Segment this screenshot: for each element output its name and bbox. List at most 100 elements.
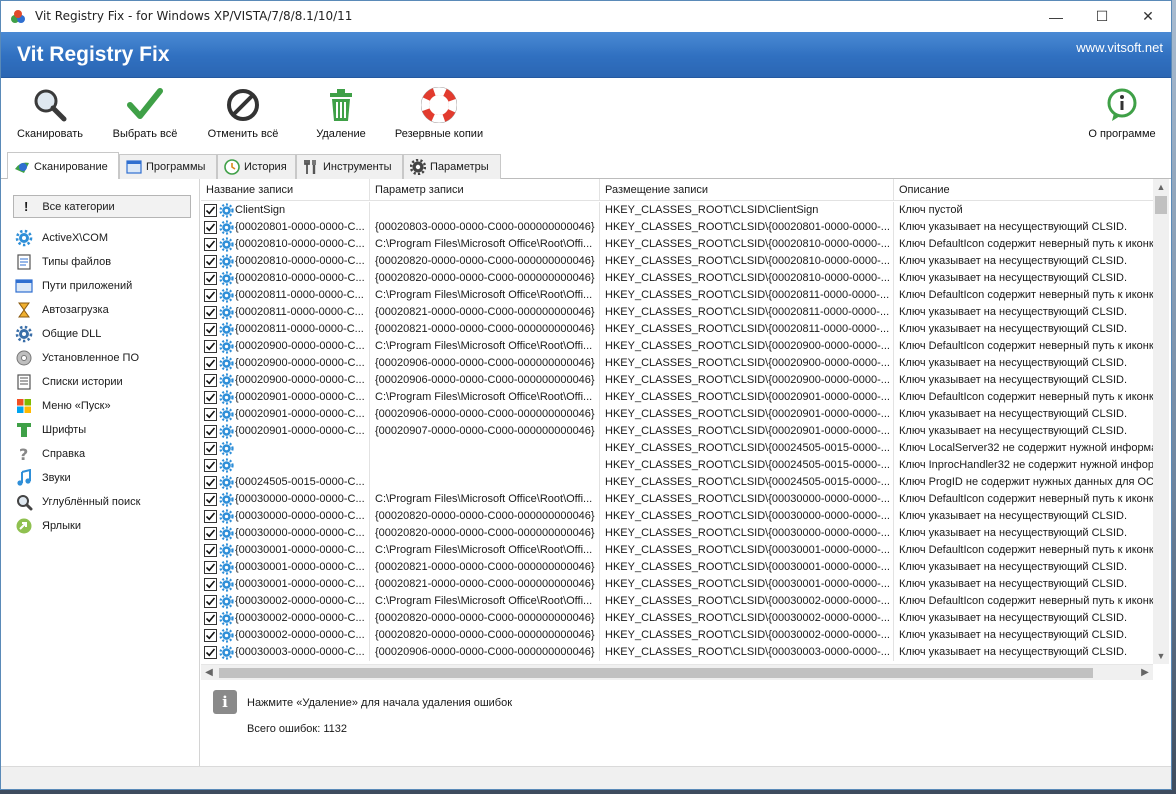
close-button[interactable]: ✕	[1125, 1, 1171, 32]
row-checkbox[interactable]	[204, 646, 217, 659]
row-checkbox[interactable]	[204, 221, 217, 234]
table-row[interactable]: HKEY_CLASSES_ROOT\CLSID\{00024505-0015-0…	[201, 457, 1153, 474]
param-cell: C:\Program Files\Microsoft Office\Root\O…	[370, 389, 600, 406]
table-row[interactable]: {00020901-0000-0000-C... {00020907-0000-0…	[201, 423, 1153, 440]
table-row[interactable]: {00030002-0000-0000-C... C:\Program Files…	[201, 593, 1153, 610]
sidebar-category-item[interactable]: Общие DLL	[15, 323, 195, 345]
tab-tools[interactable]: Инструменты	[296, 154, 403, 179]
scroll-right-arrow-icon[interactable]: ▶	[1137, 665, 1153, 681]
row-checkbox[interactable]	[204, 204, 217, 217]
row-checkbox[interactable]	[204, 340, 217, 353]
sidebar-category-item[interactable]: ActiveX\COM	[15, 227, 195, 249]
table-row[interactable]: {00020811-0000-0000-C... {00020821-0000-0…	[201, 304, 1153, 321]
sidebar-category-item[interactable]: Установленное ПО	[15, 347, 195, 369]
table-row[interactable]: {00020900-0000-0000-C... {00020906-0000-0…	[201, 355, 1153, 372]
select-all-button[interactable]: Выбрать всё	[107, 87, 183, 147]
row-checkbox[interactable]	[204, 459, 217, 472]
row-checkbox[interactable]	[204, 272, 217, 285]
table-row[interactable]: {00030001-0000-0000-C... {00020821-0000-0…	[201, 559, 1153, 576]
row-checkbox[interactable]	[204, 306, 217, 319]
column-header-description[interactable]: Описание	[894, 179, 1153, 201]
row-checkbox[interactable]	[204, 544, 217, 557]
horizontal-scroll-thumb[interactable]	[219, 668, 1093, 678]
row-checkbox[interactable]	[204, 476, 217, 489]
column-header-location[interactable]: Размещение записи	[600, 179, 894, 201]
table-row[interactable]: {00030001-0000-0000-C... C:\Program Files…	[201, 542, 1153, 559]
table-row[interactable]: {00020811-0000-0000-C... C:\Program Files…	[201, 287, 1153, 304]
sidebar-category-item[interactable]: Звуки	[15, 467, 195, 489]
table-row[interactable]: {00030002-0000-0000-C... {00020820-0000-0…	[201, 627, 1153, 644]
row-checkbox[interactable]	[204, 425, 217, 438]
sidebar-category-label: Пути приложений	[42, 280, 133, 292]
table-row[interactable]: {00024505-0015-0000-C... HKEY_CLASSES_ROO…	[201, 474, 1153, 491]
column-header-name[interactable]: Название записи	[201, 179, 370, 201]
description-cell: Ключ указывает на несуществующий CLSID.	[899, 272, 1128, 284]
sidebar-category-item[interactable]: Типы файлов	[15, 251, 195, 273]
tab-scan[interactable]: Сканирование	[7, 152, 119, 180]
row-checkbox[interactable]	[204, 289, 217, 302]
row-checkbox[interactable]	[204, 527, 217, 540]
deselect-all-button[interactable]: Отменить всё	[204, 87, 282, 147]
row-checkbox[interactable]	[204, 255, 217, 268]
website-link[interactable]: www.vitsoft.net	[1076, 40, 1163, 55]
sidebar-category-item[interactable]: Углублённый поиск	[15, 491, 195, 513]
row-checkbox[interactable]	[204, 578, 217, 591]
checkmark-icon	[205, 206, 216, 215]
row-checkbox[interactable]	[204, 510, 217, 523]
table-row[interactable]: {00030000-0000-0000-C... {00020820-0000-0…	[201, 508, 1153, 525]
row-checkbox[interactable]	[204, 323, 217, 336]
maximize-button[interactable]: ☐	[1079, 1, 1125, 32]
table-row[interactable]: {00030002-0000-0000-C... {00020820-0000-0…	[201, 610, 1153, 627]
scroll-up-arrow-icon[interactable]: ▲	[1153, 179, 1169, 195]
row-checkbox[interactable]	[204, 374, 217, 387]
row-checkbox[interactable]	[204, 493, 217, 506]
sidebar-category-item[interactable]: Ярлыки	[15, 515, 195, 537]
table-row[interactable]: {00020810-0000-0000-C... {00020820-0000-0…	[201, 253, 1153, 270]
location-cell: HKEY_CLASSES_ROOT\CLSID\{00020900-0000-0…	[600, 355, 894, 372]
about-button[interactable]: О программе	[1085, 87, 1159, 147]
sidebar-category-item[interactable]: Пути приложений	[15, 275, 195, 297]
table-row[interactable]: ClientSign HKEY_CLASSES_ROOT\CLSID\Client…	[201, 202, 1153, 219]
tab-programs[interactable]: Программы	[119, 154, 217, 179]
table-row[interactable]: {00030000-0000-0000-C... C:\Program Files…	[201, 491, 1153, 508]
row-checkbox[interactable]	[204, 238, 217, 251]
table-row[interactable]: {00030001-0000-0000-C... {00020821-0000-0…	[201, 576, 1153, 593]
column-header-param[interactable]: Параметр записи	[370, 179, 600, 201]
minimize-button[interactable]: —	[1033, 1, 1079, 32]
vertical-scrollbar[interactable]: ▲ ▼	[1153, 179, 1169, 664]
sidebar-category-item[interactable]: ? Справка	[15, 443, 195, 465]
sidebar-category-item[interactable]: Меню «Пуск»	[15, 395, 195, 417]
table-row[interactable]: {00020900-0000-0000-C... {00020906-0000-0…	[201, 372, 1153, 389]
vertical-scroll-thumb[interactable]	[1155, 196, 1167, 214]
table-row[interactable]: {00020810-0000-0000-C... C:\Program Files…	[201, 236, 1153, 253]
tab-history[interactable]: История	[217, 154, 296, 179]
row-checkbox[interactable]	[204, 629, 217, 642]
horizontal-scrollbar[interactable]: ◀ ▶	[201, 664, 1153, 680]
table-row[interactable]: {00020901-0000-0000-C... {00020906-0000-0…	[201, 406, 1153, 423]
table-row[interactable]: {00020900-0000-0000-C... C:\Program Files…	[201, 338, 1153, 355]
row-checkbox[interactable]	[204, 442, 217, 455]
table-row[interactable]: {00020801-0000-0000-C... {00020803-0000-0…	[201, 219, 1153, 236]
sidebar-category-item[interactable]: Списки истории	[15, 371, 195, 393]
table-row[interactable]: HKEY_CLASSES_ROOT\CLSID\{00024505-0015-0…	[201, 440, 1153, 457]
table-row[interactable]: {00020901-0000-0000-C... C:\Program Files…	[201, 389, 1153, 406]
row-checkbox[interactable]	[204, 595, 217, 608]
table-row[interactable]: {00020811-0000-0000-C... {00020821-0000-0…	[201, 321, 1153, 338]
row-checkbox[interactable]	[204, 357, 217, 370]
all-categories-button[interactable]: ! Все категории	[13, 195, 191, 218]
table-row[interactable]: {00030003-0000-0000-C... {00020906-0000-0…	[201, 644, 1153, 661]
table-row[interactable]: {00020810-0000-0000-C... {00020820-0000-0…	[201, 270, 1153, 287]
delete-button[interactable]: Удаление	[311, 87, 371, 147]
row-checkbox[interactable]	[204, 612, 217, 625]
row-checkbox[interactable]	[204, 408, 217, 421]
scan-button[interactable]: Сканировать	[15, 87, 85, 147]
table-row[interactable]: {00030000-0000-0000-C... {00020820-0000-0…	[201, 525, 1153, 542]
row-checkbox[interactable]	[204, 561, 217, 574]
sidebar-category-item[interactable]: Автозагрузка	[15, 299, 195, 321]
scroll-down-arrow-icon[interactable]: ▼	[1153, 648, 1169, 664]
scroll-left-arrow-icon[interactable]: ◀	[201, 665, 217, 681]
row-checkbox[interactable]	[204, 391, 217, 404]
sidebar-category-item[interactable]: Шрифты	[15, 419, 195, 441]
backups-button[interactable]: Резервные копии	[391, 87, 487, 147]
tab-settings[interactable]: Параметры	[403, 154, 501, 179]
